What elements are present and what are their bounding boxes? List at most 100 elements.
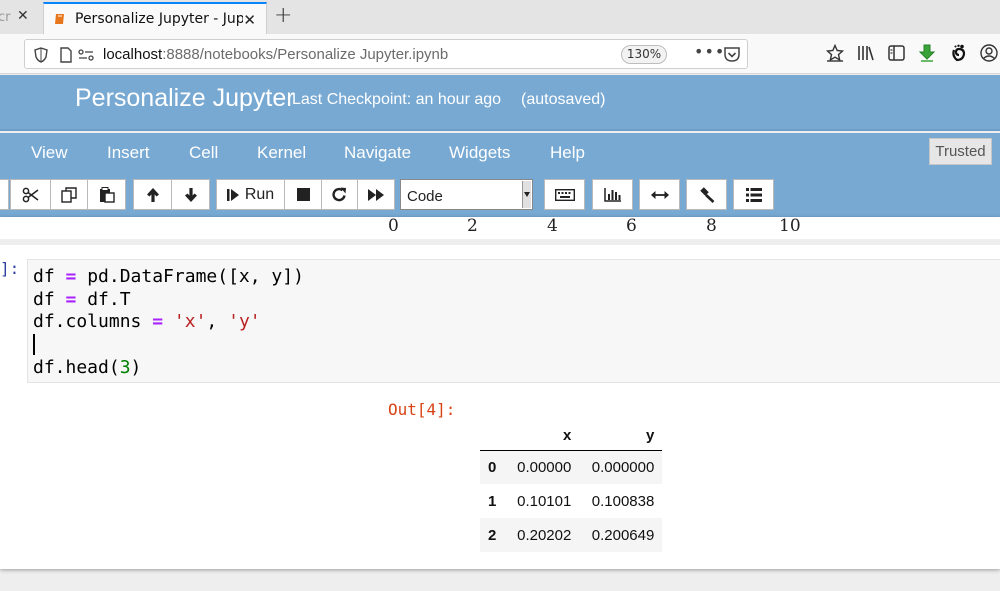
- paste-icon: [99, 186, 115, 203]
- cut-button[interactable]: [10, 179, 51, 210]
- pocket-icon[interactable]: [724, 47, 740, 62]
- table-row: 0 0.00000 0.000000: [480, 450, 663, 484]
- address-bar[interactable]: localhost:8888/notebooks/Personalize Jup…: [24, 39, 748, 69]
- x-tick-label: 10: [779, 216, 801, 236]
- index-header: [480, 422, 504, 450]
- url-path: :8888/notebooks/Personalize Jupyter.ipyn…: [162, 46, 449, 63]
- row-index: 2: [488, 526, 497, 544]
- cut-icon: [22, 187, 38, 202]
- fast-forward-icon: [367, 188, 384, 201]
- gnome-extension-icon[interactable]: [949, 44, 967, 62]
- menu-cell[interactable]: Cell: [189, 143, 218, 163]
- x-tick-label: 4: [547, 216, 558, 236]
- previous-plot-x-axis: 0 2 4 6 8 10: [0, 216, 1000, 239]
- x-tick-label: 6: [626, 216, 637, 236]
- widen-button[interactable]: [639, 179, 680, 210]
- cell-type-value: Code: [407, 188, 443, 205]
- cell-y: 0.000000: [591, 458, 655, 476]
- close-tab-icon[interactable]: ✕: [17, 8, 29, 24]
- dataframe-output-table: x y 0 0.00000 0.000000 1 0.10101 0.10083…: [480, 422, 663, 552]
- cell-separator: [0, 239, 1000, 245]
- cell-type-select[interactable]: Code: [400, 179, 533, 210]
- list-icon: [745, 187, 762, 202]
- download-arrow-icon[interactable]: [918, 44, 936, 62]
- x-tick-label: 2: [467, 216, 478, 236]
- browser-navbar: localhost:8888/notebooks/Personalize Jup…: [0, 34, 1000, 74]
- browser-toolbar-icons: [826, 44, 998, 62]
- cell-x: 0.20202: [517, 526, 572, 544]
- chart-button[interactable]: [592, 179, 633, 210]
- new-tab-button[interactable]: +: [274, 4, 292, 28]
- run-icon: [226, 188, 239, 201]
- menu-insert[interactable]: Insert: [107, 143, 150, 163]
- command-palette-button[interactable]: [544, 179, 585, 210]
- restart-icon: [332, 187, 346, 202]
- interrupt-button[interactable]: [284, 179, 322, 210]
- x-tick-label: 8: [706, 216, 717, 236]
- move-up-icon: [146, 187, 159, 202]
- notebook-header: Personalize Jupyter Last Checkpoint: an …: [0, 75, 1000, 131]
- keyboard-icon: [554, 188, 575, 201]
- notebook-name[interactable]: Personalize Jupyter: [75, 84, 295, 113]
- row-index: 1: [488, 492, 497, 510]
- column-header: y: [646, 427, 655, 445]
- gavel-button[interactable]: [686, 179, 727, 210]
- notebook-menubar: View Insert Cell Kernel Navigate Widgets…: [0, 133, 1000, 173]
- browser-tab-active[interactable]: Personalize Jupyter - Jup ✕: [43, 2, 267, 34]
- table-row: 2 0.20202 0.200649: [480, 518, 663, 552]
- chevron-down-icon: [522, 181, 531, 208]
- paste-button[interactable]: [87, 179, 126, 210]
- trusted-indicator[interactable]: Trusted: [929, 138, 992, 165]
- code-cell-editor[interactable]: df = pd.DataFrame([x, y]) df = df.T df.c…: [27, 259, 1000, 383]
- url-host: localhost: [103, 46, 163, 63]
- notebook-toolbar: Run Code: [0, 173, 1000, 217]
- code-text[interactable]: df = pd.DataFrame([x, y]) df = df.T df.c…: [33, 266, 304, 380]
- permissions-icon[interactable]: [78, 49, 94, 61]
- menu-help[interactable]: Help: [550, 143, 585, 163]
- row-index: 0: [488, 458, 497, 476]
- save-button[interactable]: [0, 179, 9, 210]
- cell-y: 0.100838: [591, 492, 655, 510]
- notebook-container: 0 2 4 6 8 10 ]: df = pd.DataFrame([x, y]…: [0, 216, 1000, 569]
- star-icon[interactable]: [826, 44, 844, 62]
- browser-tab-previous[interactable]: cr ✕: [0, 0, 42, 34]
- cell-y: 0.200649: [591, 526, 655, 544]
- page-actions-menu-icon[interactable]: •••: [694, 42, 725, 61]
- restart-kernel-button[interactable]: [321, 179, 358, 210]
- autosave-status: (autosaved): [521, 91, 606, 108]
- jupyter-book-favicon-icon: [55, 14, 64, 24]
- cell-x: 0.10101: [517, 492, 572, 510]
- menu-widgets[interactable]: Widgets: [449, 143, 510, 163]
- run-label: Run: [244, 185, 275, 203]
- output-prompt: Out[4]:: [388, 400, 456, 419]
- arrows-h-icon: [650, 190, 669, 199]
- x-tick-label: 0: [388, 216, 399, 236]
- restart-run-all-button[interactable]: [357, 179, 395, 210]
- stop-icon: [296, 188, 310, 201]
- sidebar-icon[interactable]: [888, 45, 905, 61]
- page-icon[interactable]: [60, 47, 72, 63]
- close-tab-icon[interactable]: ✕: [243, 11, 256, 29]
- menu-navigate[interactable]: Navigate: [344, 143, 411, 163]
- menu-view[interactable]: View: [31, 143, 68, 163]
- browser-tab-strip: cr ✕ Personalize Jupyter - Jup ✕ +: [0, 0, 1000, 34]
- cell-x: 0.00000: [517, 458, 572, 476]
- copy-button[interactable]: [50, 179, 88, 210]
- url-text[interactable]: localhost:8888/notebooks/Personalize Jup…: [103, 46, 448, 63]
- move-down-icon: [184, 187, 197, 202]
- list-button[interactable]: [733, 179, 774, 210]
- gavel-icon: [699, 186, 714, 203]
- zoom-indicator[interactable]: 130%: [621, 45, 667, 64]
- column-header: x: [563, 427, 572, 445]
- move-down-button[interactable]: [171, 179, 210, 210]
- copy-icon: [61, 186, 77, 203]
- shield-icon[interactable]: [34, 47, 48, 63]
- table-row: 1 0.10101 0.100838: [480, 484, 662, 518]
- move-up-button[interactable]: [133, 179, 172, 210]
- account-icon[interactable]: [980, 44, 998, 62]
- tab-title: cr: [0, 9, 11, 25]
- library-icon[interactable]: [857, 45, 875, 61]
- menu-kernel[interactable]: Kernel: [257, 143, 306, 163]
- run-button[interactable]: Run: [216, 179, 285, 210]
- input-prompt: ]:: [0, 259, 20, 278]
